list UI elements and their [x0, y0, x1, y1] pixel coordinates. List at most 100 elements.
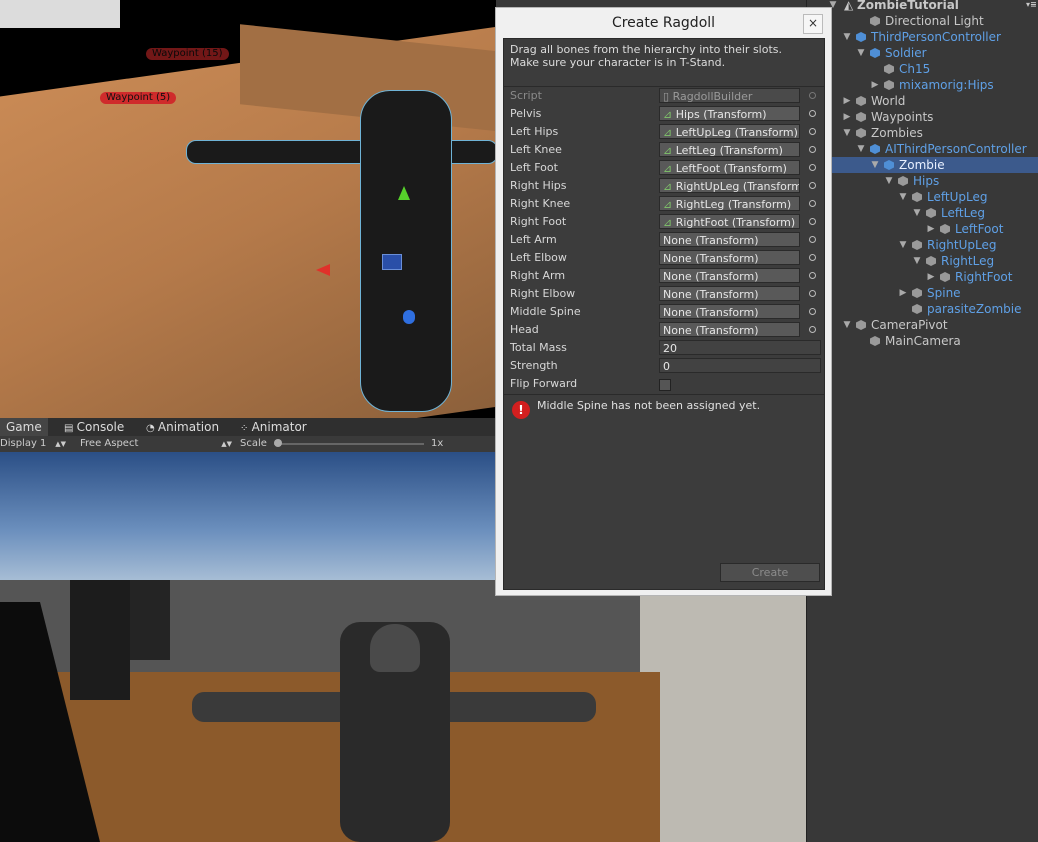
instructions-line: Make sure your character is in T-Stand. [510, 56, 726, 69]
collapse-arrow-icon[interactable]: ▼ [842, 29, 852, 45]
zombie-body[interactable] [360, 90, 452, 412]
object-picker-icon[interactable] [809, 182, 816, 189]
tab-console[interactable]: ▤ Console [64, 418, 124, 436]
expand-arrow-icon[interactable]: ▶ [898, 285, 908, 301]
tab-animator[interactable]: ⁘ Animator [240, 418, 307, 436]
hierarchy-item[interactable]: ▼ Zombie [828, 157, 1038, 173]
collapse-arrow-icon[interactable]: ▼ [898, 189, 908, 205]
hierarchy-item[interactable]: ▼ Soldier [828, 45, 1038, 61]
expand-arrow-icon[interactable]: ▶ [926, 221, 936, 237]
bone-field-input[interactable]: None (Transform) [659, 286, 800, 301]
object-picker-icon[interactable] [809, 326, 816, 333]
hierarchy-item[interactable]: ▼ ThirdPersonController [828, 29, 1038, 45]
object-picker-icon[interactable] [809, 146, 816, 153]
hierarchy-item[interactable]: ▼ RightLeg [828, 253, 1038, 269]
collapse-arrow-icon[interactable]: ▼ [898, 237, 908, 253]
hierarchy-item-label: RightFoot [955, 270, 1013, 284]
hierarchy-item[interactable]: ▼ AIThirdPersonController [828, 141, 1038, 157]
collapse-arrow-icon[interactable]: ▼ [884, 173, 894, 189]
collapse-arrow-icon[interactable]: ▼ [842, 317, 852, 333]
object-picker-icon[interactable] [809, 254, 816, 261]
bone-field-input[interactable]: None (Transform) [659, 232, 800, 247]
collapse-arrow-icon[interactable]: ▼ [856, 141, 866, 157]
hierarchy-scene-row[interactable]: ▼ ◭ ZombieTutorial ▾≡ [828, 0, 1038, 13]
scale-slider-handle[interactable] [274, 439, 282, 447]
hierarchy-item-label: Ch15 [899, 62, 931, 76]
collapse-arrow-icon[interactable]: ▼ [870, 157, 880, 173]
hierarchy-item[interactable]: ▼ CameraPivot [828, 317, 1038, 333]
hierarchy-item[interactable]: ▼ RightUpLeg [828, 237, 1038, 253]
hierarchy-item[interactable]: ▼ Zombies [828, 125, 1038, 141]
hierarchy-item-label: RightLeg [941, 254, 995, 268]
object-picker-icon[interactable] [809, 290, 816, 297]
collapse-arrow-icon[interactable]: ▼ [856, 45, 866, 61]
hierarchy-item[interactable]: ▶ LeftFoot [828, 221, 1038, 237]
gizmo-z-arrow[interactable] [403, 310, 415, 324]
hierarchy-item[interactable]: ▼ LeftLeg [828, 205, 1038, 221]
object-picker-icon[interactable] [809, 128, 816, 135]
object-picker-icon[interactable] [809, 308, 816, 315]
object-picker-icon[interactable] [809, 164, 816, 171]
aspect-dropdown[interactable]: Free Aspect ▲▼ [76, 436, 234, 452]
warning-text: Middle Spine has not been assigned yet. [537, 399, 761, 412]
hierarchy-item[interactable]: Ch15 [828, 61, 1038, 77]
object-picker-icon[interactable] [809, 200, 816, 207]
waypoint-label[interactable]: Waypoint (5) [100, 92, 177, 104]
object-picker-icon[interactable] [809, 110, 816, 117]
collapse-arrow-icon[interactable]: ▼ [912, 205, 922, 221]
hierarchy-item[interactable]: ▼ Hips [828, 173, 1038, 189]
bone-field-input[interactable]: ⊿ RightLeg (Transform) [659, 196, 800, 211]
bone-field-label: Pelvis [510, 107, 542, 120]
gizmo-center[interactable] [382, 254, 402, 270]
hierarchy-item[interactable]: ▶ World [828, 93, 1038, 109]
hierarchy-item[interactable]: ▶ RightFoot [828, 269, 1038, 285]
gameobject-icon [940, 272, 950, 282]
bone-field-input[interactable]: None (Transform) [659, 250, 800, 265]
scene-view[interactable]: Waypoint (15) Waypoint (5) [0, 0, 496, 418]
strength-input[interactable]: 0 [659, 358, 821, 373]
bone-field-input[interactable]: None (Transform) [659, 304, 800, 319]
scene-sky [0, 0, 120, 28]
create-button[interactable]: Create [720, 563, 820, 582]
object-picker-icon[interactable] [809, 272, 816, 279]
bone-field-input[interactable]: ⊿ LeftUpLeg (Transform) [659, 124, 800, 139]
expand-arrow-icon[interactable]: ▶ [870, 77, 880, 93]
game-toolbar: Display 1 ▲▼ Free Aspect ▲▼ Scale 1x [0, 436, 496, 453]
display-dropdown[interactable]: Display 1 ▲▼ [0, 436, 68, 452]
collapse-arrow-icon[interactable]: ▼ [912, 253, 922, 269]
bone-field-input[interactable]: None (Transform) [659, 322, 800, 337]
hierarchy-item[interactable]: ▶ Waypoints [828, 109, 1038, 125]
object-picker-icon[interactable] [809, 218, 816, 225]
hierarchy-item-label: LeftFoot [955, 222, 1004, 236]
tab-animation[interactable]: ◔ Animation [146, 418, 219, 436]
object-picker-icon[interactable] [809, 236, 816, 243]
collapse-arrow-icon[interactable]: ▼ [842, 125, 852, 141]
hierarchy-item[interactable]: MainCamera [828, 333, 1038, 349]
expand-arrow-icon[interactable]: ▶ [842, 93, 852, 109]
hierarchy-item[interactable]: ▶ Spine [828, 285, 1038, 301]
bone-field-input[interactable]: ⊿ Hips (Transform) [659, 106, 800, 121]
bone-field-input[interactable]: ⊿ RightFoot (Transform) [659, 214, 800, 229]
bone-field-input[interactable]: ⊿ LeftFoot (Transform) [659, 160, 800, 175]
strength-row: Strength 0 [504, 357, 824, 375]
total-mass-input[interactable]: 20 [659, 340, 821, 355]
bone-field-input[interactable]: None (Transform) [659, 268, 800, 283]
bone-field-input[interactable]: ⊿ LeftLeg (Transform) [659, 142, 800, 157]
expand-arrow-icon[interactable]: ▶ [842, 109, 852, 125]
tab-game[interactable]: Game [0, 418, 48, 436]
expand-arrow-icon[interactable]: ▶ [926, 269, 936, 285]
close-button[interactable]: × [803, 14, 823, 34]
hierarchy-item[interactable]: Directional Light [828, 13, 1038, 29]
scale-label: Scale [240, 438, 267, 449]
transform-icon: ⊿ [663, 162, 676, 175]
flip-forward-checkbox[interactable] [659, 379, 671, 391]
script-row: Script ▯ RagdollBuilder [504, 87, 824, 105]
gameobject-icon [856, 112, 866, 122]
scene-menu-icon[interactable]: ▾≡ [1026, 0, 1037, 13]
waypoint-label[interactable]: Waypoint (15) [146, 48, 229, 60]
scale-slider-track[interactable] [274, 443, 424, 445]
hierarchy-item[interactable]: parasiteZombie [828, 301, 1038, 317]
hierarchy-item[interactable]: ▼ LeftUpLeg [828, 189, 1038, 205]
hierarchy-item[interactable]: ▶ mixamorig:Hips [828, 77, 1038, 93]
bone-field-input[interactable]: ⊿ RightUpLeg (Transform) [659, 178, 800, 193]
